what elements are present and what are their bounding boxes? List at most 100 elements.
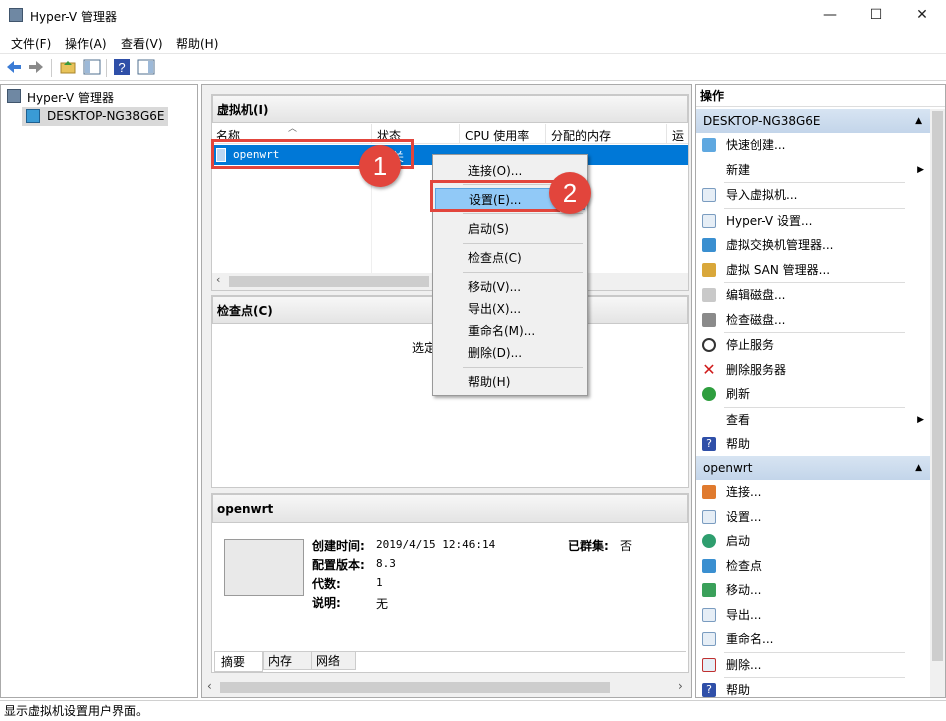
detail-value-generation: 1: [376, 576, 383, 589]
action-vm-move[interactable]: 移动...: [696, 578, 930, 603]
inspect-disk-icon: [702, 312, 716, 327]
actions-vm-section[interactable]: openwrt ▲: [696, 456, 930, 480]
action-vm-help[interactable]: ? 帮助: [696, 678, 930, 703]
action-label: 检查磁盘...: [726, 312, 786, 327]
ctx-separator: [463, 367, 583, 368]
ctx-help[interactable]: 帮助(H): [435, 371, 585, 393]
move-icon: [702, 583, 716, 597]
scroll-right-icon[interactable]: ›: [678, 679, 683, 693]
toolbar: ?: [0, 53, 946, 81]
action-vm-rename[interactable]: 重命名...: [696, 627, 930, 652]
toolbar-separator: [51, 59, 52, 77]
action-label: 编辑磁盘...: [726, 288, 786, 302]
detail-value-config-version: 8.3: [376, 557, 396, 570]
export-icon: [702, 607, 716, 622]
action-hyperv-settings[interactable]: Hyper-V 设置...: [696, 209, 930, 234]
detail-value-notes: 无: [376, 597, 389, 611]
action-vm-connect[interactable]: 连接...: [696, 480, 930, 505]
ctx-rename[interactable]: 重命名(M)...: [435, 320, 585, 342]
action-vm-export[interactable]: 导出...: [696, 603, 930, 628]
scroll-left-icon[interactable]: ‹: [216, 273, 220, 286]
tab-network[interactable]: 网络: [311, 651, 356, 670]
delete-icon: [702, 657, 716, 672]
help-icon[interactable]: ?: [113, 58, 131, 76]
rename-icon: [702, 632, 716, 646]
action-inspect-disk[interactable]: 检查磁盘...: [696, 308, 930, 333]
ctx-export[interactable]: 导出(X)...: [435, 298, 585, 320]
action-label: 新建: [726, 162, 751, 177]
ctx-separator: [463, 243, 583, 244]
submenu-arrow-icon: ▶: [917, 414, 924, 425]
checkpoint-icon: [702, 558, 716, 573]
tree-host-label[interactable]: DESKTOP-NG38G6E: [47, 109, 165, 123]
status-bar: 显示虚拟机设置用户界面。: [0, 700, 946, 721]
detail-label-created: 创建时间:: [312, 539, 365, 553]
tree-root-label[interactable]: Hyper-V 管理器: [27, 89, 114, 106]
column-memory[interactable]: 分配的内存: [551, 127, 611, 144]
back-arrow-icon[interactable]: [5, 58, 23, 76]
action-virtual-san-manager[interactable]: 虚拟 SAN 管理器...: [696, 258, 930, 283]
detail-label-generation: 代数:: [312, 577, 341, 591]
action-label: 虚拟 SAN 管理器...: [726, 262, 831, 277]
action-import-vm[interactable]: 导入虚拟机...: [696, 183, 930, 208]
start-icon: [702, 534, 716, 548]
tab-summary[interactable]: 摘要: [214, 652, 263, 672]
collapse-up-icon[interactable]: ▲: [915, 109, 922, 133]
close-button[interactable]: ✕: [899, 0, 945, 31]
column-divider: [545, 124, 546, 144]
action-label: 启动: [726, 534, 751, 548]
action-vm-delete[interactable]: 删除...: [696, 653, 930, 678]
connect-icon: [702, 485, 716, 499]
help-icon: ?: [702, 683, 716, 697]
up-folder-icon[interactable]: [59, 58, 77, 76]
callout-step-1: 1: [359, 145, 401, 187]
column-divider: [666, 124, 667, 144]
menu-help[interactable]: 帮助(H): [176, 35, 218, 52]
action-vm-settings[interactable]: 设置...: [696, 505, 930, 530]
ctx-checkpoint[interactable]: 检查点(C): [435, 247, 585, 269]
scroll-thumb[interactable]: [932, 111, 943, 661]
host-actions-list: 快速创建... 新建 ▶ 导入虚拟机... Hyper-V 设置... 虚拟交换机…: [696, 133, 930, 457]
column-cpu[interactable]: CPU 使用率: [465, 127, 529, 144]
action-vm-start[interactable]: 启动: [696, 529, 930, 554]
details-title: openwrt: [212, 494, 688, 523]
scroll-left-icon[interactable]: ‹: [207, 679, 212, 693]
collapse-up-icon[interactable]: ▲: [915, 456, 922, 480]
actions-vscrollbar[interactable]: [930, 109, 945, 697]
ctx-delete[interactable]: 删除(D)...: [435, 342, 585, 364]
tab-memory[interactable]: 内存: [263, 651, 312, 670]
highlight-box-settings: [430, 180, 560, 212]
menu-view[interactable]: 查看(V): [121, 35, 163, 52]
action-refresh[interactable]: 刷新: [696, 382, 930, 407]
menu-action[interactable]: 操作(A): [65, 35, 107, 52]
forward-arrow-icon[interactable]: [27, 58, 45, 76]
action-stop-service[interactable]: 停止服务: [696, 333, 930, 358]
minimize-button[interactable]: —: [807, 0, 853, 31]
detail-label-notes: 说明:: [312, 596, 341, 610]
action-edit-disk[interactable]: 编辑磁盘...: [696, 283, 930, 308]
action-virtual-switch-manager[interactable]: 虚拟交换机管理器...: [696, 233, 930, 258]
vm-thumbnail: [224, 539, 304, 596]
scroll-thumb[interactable]: [229, 276, 429, 287]
maximize-button[interactable]: ☐: [853, 0, 899, 31]
show-hide-action-pane-icon[interactable]: [137, 58, 155, 76]
ctx-start[interactable]: 启动(S): [435, 218, 585, 240]
action-remove-server[interactable]: ✕ 删除服务器: [696, 358, 930, 383]
svg-text:?: ?: [118, 60, 125, 75]
action-label: 重命名...: [726, 632, 774, 646]
show-hide-tree-icon[interactable]: [83, 58, 101, 76]
center-hscrollbar[interactable]: ‹ ›: [202, 679, 691, 696]
ctx-move[interactable]: 移动(V)...: [435, 276, 585, 298]
menu-file[interactable]: 文件(F): [11, 35, 51, 52]
action-label: 导出...: [726, 607, 762, 622]
action-vm-checkpoint[interactable]: 检查点: [696, 554, 930, 579]
action-new[interactable]: 新建 ▶: [696, 158, 930, 183]
help-icon: ?: [702, 437, 716, 451]
action-view[interactable]: 查看 ▶: [696, 408, 930, 433]
actions-host-section[interactable]: DESKTOP-NG38G6E ▲: [696, 109, 930, 133]
vm-settings-icon: [702, 509, 716, 524]
action-help[interactable]: ? 帮助: [696, 432, 930, 457]
scroll-thumb[interactable]: [220, 682, 610, 693]
action-quick-create[interactable]: 快速创建...: [696, 133, 930, 158]
action-label: Hyper-V 设置...: [726, 213, 813, 228]
